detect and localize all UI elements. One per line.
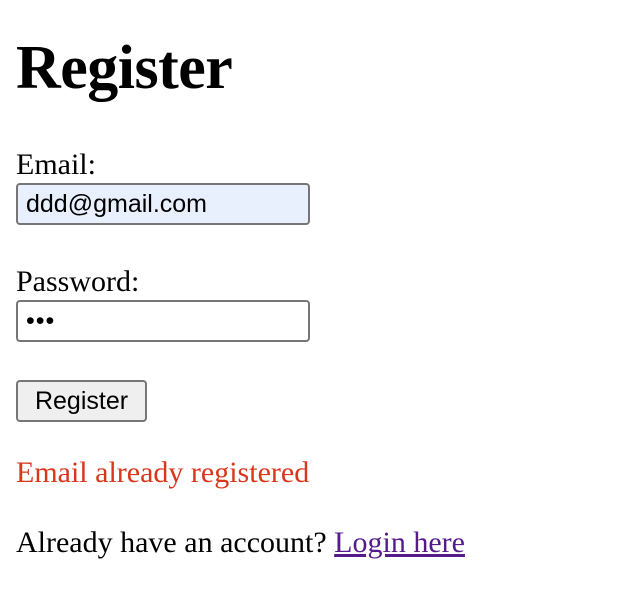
login-prompt-text: Already have an account? [16, 526, 327, 559]
email-field[interactable] [16, 183, 310, 225]
login-link[interactable]: Login here [334, 526, 465, 559]
page-title: Register [16, 34, 233, 102]
register-button[interactable]: Register [16, 380, 147, 422]
error-message: Email already registered [16, 456, 310, 489]
login-prompt: Already have an account? Login here [16, 526, 465, 560]
password-field[interactable] [16, 300, 310, 342]
email-label: Email: [16, 148, 96, 181]
password-label: Password: [16, 265, 140, 298]
